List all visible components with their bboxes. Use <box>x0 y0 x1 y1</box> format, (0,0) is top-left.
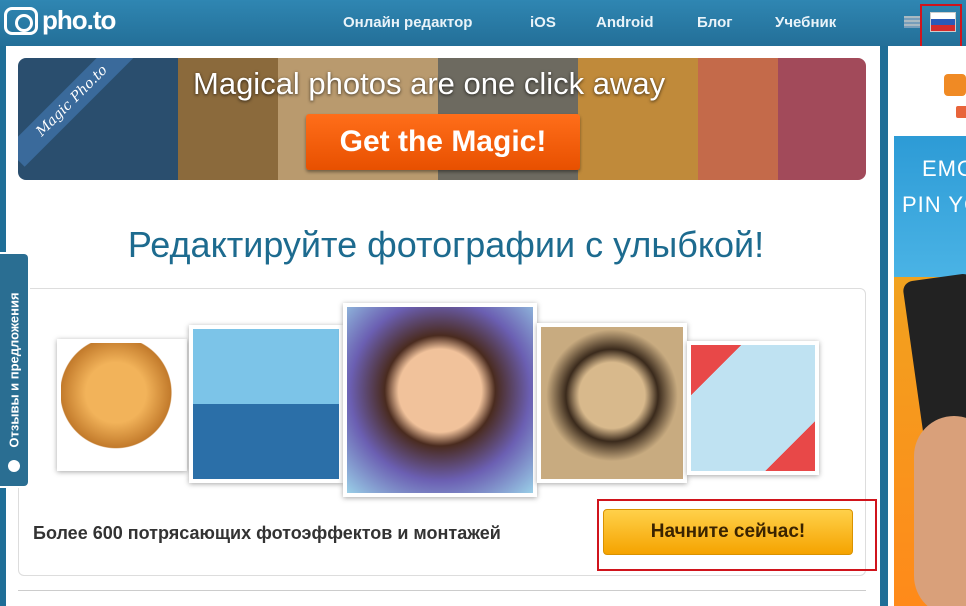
page-heading: Редактируйте фотографии с улыбкой! <box>127 224 765 265</box>
birthday-photo[interactable] <box>687 341 819 475</box>
hand-image <box>914 416 966 606</box>
nav-blog[interactable]: Блог <box>697 14 733 31</box>
ad-banner[interactable]: EMOT PIN YO <box>894 136 966 606</box>
effects-card: Более 600 потрясающих фотоэффектов и мон… <box>18 288 877 576</box>
vintage-portrait-photo[interactable] <box>537 323 687 483</box>
top-navbar: pho.to Онлайн редактор iOS Android Блог … <box>0 0 966 48</box>
close-icon[interactable] <box>956 106 966 118</box>
nav-tutorial[interactable]: Учебник <box>775 14 836 31</box>
banner-headline: Magical photos are one click away <box>193 66 666 101</box>
feedback-tab[interactable]: Отзывы и предложения <box>0 252 30 488</box>
fantasy-portrait-photo[interactable] <box>343 303 537 497</box>
feedback-label: Отзывы и предложения <box>6 292 22 448</box>
chat-icon <box>8 460 20 472</box>
main-panel: Magic Pho.to Magical photos are one clic… <box>6 46 880 606</box>
ru-flag-icon[interactable] <box>930 12 956 32</box>
ad-line-2: PIN YO <box>902 192 966 217</box>
logo[interactable]: pho.to <box>4 5 116 36</box>
rss-icon[interactable] <box>944 74 966 96</box>
magic-banner[interactable]: Magic Pho.to Magical photos are one clic… <box>18 58 866 180</box>
effects-caption: Более 600 потрясающих фотоэффектов и мон… <box>33 523 501 543</box>
nav-ios[interactable]: iOS <box>530 14 556 31</box>
camera-icon <box>4 6 38 35</box>
frame-lake-photo[interactable] <box>189 325 343 483</box>
divider <box>18 590 866 591</box>
nav-android[interactable]: Android <box>596 14 654 31</box>
magic-photo-badge: Magic Pho.to <box>18 58 138 167</box>
tiger-photo[interactable] <box>57 339 187 471</box>
right-sidebar: EMOT PIN YO <box>888 46 966 606</box>
get-magic-button[interactable]: Get the Magic! <box>306 114 580 170</box>
ad-line-1: EMOT <box>922 156 966 181</box>
logo-text: pho.to <box>42 5 116 35</box>
start-now-button[interactable]: Начните сейчас! <box>603 509 853 555</box>
nav-online-editor[interactable]: Онлайн редактор <box>343 14 472 31</box>
